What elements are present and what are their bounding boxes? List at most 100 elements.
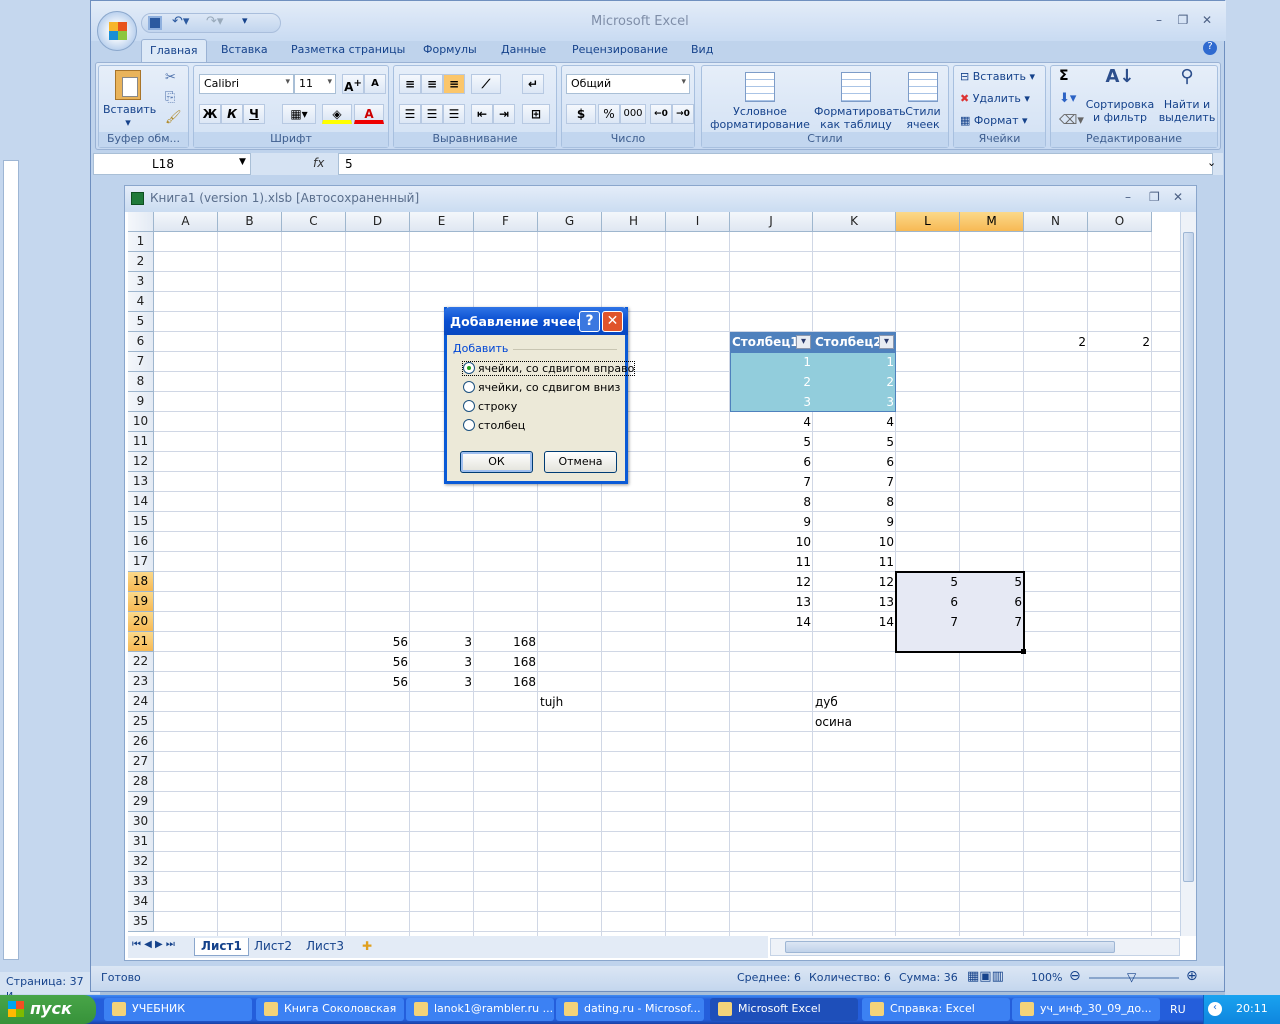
dialog-help-button[interactable]: ? (579, 311, 600, 332)
row-header-26[interactable]: 26 (128, 732, 154, 752)
column-header-C[interactable]: C (282, 212, 346, 232)
cell-J10[interactable]: 4 (730, 412, 813, 432)
cell-K24[interactable]: дуб (813, 692, 896, 712)
name-box[interactable]: L18 (93, 153, 251, 175)
column-header-K[interactable]: K (813, 212, 896, 232)
cell-J20[interactable]: 14 (730, 612, 813, 632)
tab-formulas[interactable]: Формулы (415, 39, 485, 63)
cell-styles-button[interactable]: Стили ячеек (900, 72, 946, 131)
row-header-8[interactable]: 8 (128, 372, 154, 392)
dialog-close-button[interactable]: ✕ (602, 311, 623, 332)
table-column-header[interactable]: Столбец2 ▾ (813, 332, 896, 352)
row-header-3[interactable]: 3 (128, 272, 154, 292)
cell-J7[interactable]: 1 (730, 352, 813, 372)
cell-J17[interactable]: 11 (730, 552, 813, 572)
cell-D23[interactable]: 56 (346, 672, 410, 692)
cell-F22[interactable]: 168 (474, 652, 538, 672)
close-button[interactable]: ✕ (1197, 13, 1217, 29)
minimize-button[interactable]: – (1149, 13, 1169, 29)
column-header-L[interactable]: L (896, 212, 960, 232)
cell-E21[interactable]: 3 (410, 632, 474, 652)
row-header-29[interactable]: 29 (128, 792, 154, 812)
cell-K13[interactable]: 7 (813, 472, 896, 492)
decrease-indent-icon[interactable]: ⇤ (471, 104, 493, 124)
insert-sheet-icon[interactable]: ✚ (356, 938, 378, 956)
format-as-table-button[interactable]: Форматировать как таблицу (814, 72, 906, 131)
increase-decimal-icon[interactable]: ←0 (650, 104, 672, 124)
tab-view[interactable]: Вид (683, 39, 721, 63)
column-header-D[interactable]: D (346, 212, 410, 232)
delete-cells-button[interactable]: ✖ Удалить ▾ (960, 92, 1030, 105)
cell-M18[interactable]: 5 (960, 572, 1024, 592)
cell-J11[interactable]: 5 (730, 432, 813, 452)
cell-J13[interactable]: 7 (730, 472, 813, 492)
sheet-tab-3[interactable]: Лист3 (300, 938, 350, 956)
clear-icon[interactable]: ⌫▾ (1059, 114, 1084, 127)
align-right-icon[interactable]: ☰ (443, 104, 465, 124)
column-header-E[interactable]: E (410, 212, 474, 232)
shrink-font-icon[interactable]: A (364, 74, 386, 94)
start-button[interactable]: пуск (0, 995, 96, 1024)
underline-button[interactable]: Ч (243, 104, 265, 124)
row-header-19[interactable]: 19 (128, 592, 154, 612)
option-entire-row[interactable]: строку (463, 400, 517, 413)
font-color-icon[interactable]: A (354, 104, 384, 124)
formula-input[interactable]: 5 (338, 153, 1213, 175)
insert-cells-button[interactable]: ⊟ Вставить ▾ (960, 70, 1035, 83)
cell-M19[interactable]: 6 (960, 592, 1024, 612)
row-header-33[interactable]: 33 (128, 872, 154, 892)
cancel-button[interactable]: Отмена (544, 451, 617, 473)
percent-button[interactable]: % (598, 104, 620, 124)
option-shift-down[interactable]: ячейки, со сдвигом вниз (463, 381, 620, 394)
fill-icon[interactable]: ⬇▾ (1059, 92, 1076, 105)
row-header-32[interactable]: 32 (128, 852, 154, 872)
cell-G24[interactable]: tujh (538, 692, 602, 712)
cell-J9[interactable]: 3 (730, 392, 813, 412)
taskbar-item[interactable]: Книга Соколовская (256, 998, 404, 1021)
row-header-27[interactable]: 27 (128, 752, 154, 772)
row-header-31[interactable]: 31 (128, 832, 154, 852)
redo-icon[interactable]: ↷▾ (206, 14, 223, 29)
sheet-tab-2[interactable]: Лист2 (248, 938, 298, 956)
cell-K12[interactable]: 6 (813, 452, 896, 472)
row-header-12[interactable]: 12 (128, 452, 154, 472)
option-shift-right[interactable]: ячейки, со сдвигом вправо (461, 361, 636, 376)
maximize-button[interactable]: ❐ (1173, 13, 1193, 29)
workbook-minimize-button[interactable]: – (1125, 190, 1131, 204)
column-header-H[interactable]: H (602, 212, 666, 232)
sheet-nav-icon[interactable]: ⏮ ◀ ▶ ⏭ (132, 939, 175, 950)
column-header-I[interactable]: I (666, 212, 730, 232)
row-header-4[interactable]: 4 (128, 292, 154, 312)
paste-button[interactable]: Вставить ▾ (103, 70, 156, 129)
italic-button[interactable]: К (221, 104, 243, 124)
cell-J12[interactable]: 6 (730, 452, 813, 472)
borders-icon[interactable]: ▦▾ (282, 104, 316, 124)
customize-qat-icon[interactable]: ▾ (242, 14, 248, 27)
zoom-level[interactable]: 100% (1031, 971, 1062, 984)
cell-D22[interactable]: 56 (346, 652, 410, 672)
row-header-1[interactable]: 1 (128, 232, 154, 252)
row-header-11[interactable]: 11 (128, 432, 154, 452)
horizontal-scroll-thumb[interactable] (785, 941, 1115, 953)
thousands-button[interactable]: 000 (620, 104, 646, 124)
find-select-button[interactable]: ⚲ Найти и выделить (1157, 68, 1217, 125)
row-header-25[interactable]: 25 (128, 712, 154, 732)
row-header-9[interactable]: 9 (128, 392, 154, 412)
cell-K7[interactable]: 1 (813, 352, 896, 372)
expand-formula-bar-icon[interactable]: ⌄ (1207, 156, 1216, 169)
taskbar-item[interactable]: УЧЕБНИК (104, 998, 252, 1021)
row-header-10[interactable]: 10 (128, 412, 154, 432)
tab-review[interactable]: Рецензирование (564, 39, 676, 63)
cell-E22[interactable]: 3 (410, 652, 474, 672)
align-middle-icon[interactable]: ≡ (421, 74, 443, 94)
sort-filter-button[interactable]: A↓ Сортировка и фильтр (1085, 68, 1155, 125)
cell-F21[interactable]: 168 (474, 632, 538, 652)
currency-icon[interactable]: $ (566, 104, 596, 124)
row-header-13[interactable]: 13 (128, 472, 154, 492)
view-buttons-icon[interactable]: ▦▣▥ (967, 969, 1004, 984)
column-header-N[interactable]: N (1024, 212, 1088, 232)
zoom-slider-thumb[interactable]: ▽ (1127, 970, 1136, 984)
cell-K9[interactable]: 3 (813, 392, 896, 412)
format-cells-button[interactable]: ▦ Формат ▾ (960, 114, 1028, 127)
tray-expand-icon[interactable]: ‹ (1208, 1002, 1222, 1016)
